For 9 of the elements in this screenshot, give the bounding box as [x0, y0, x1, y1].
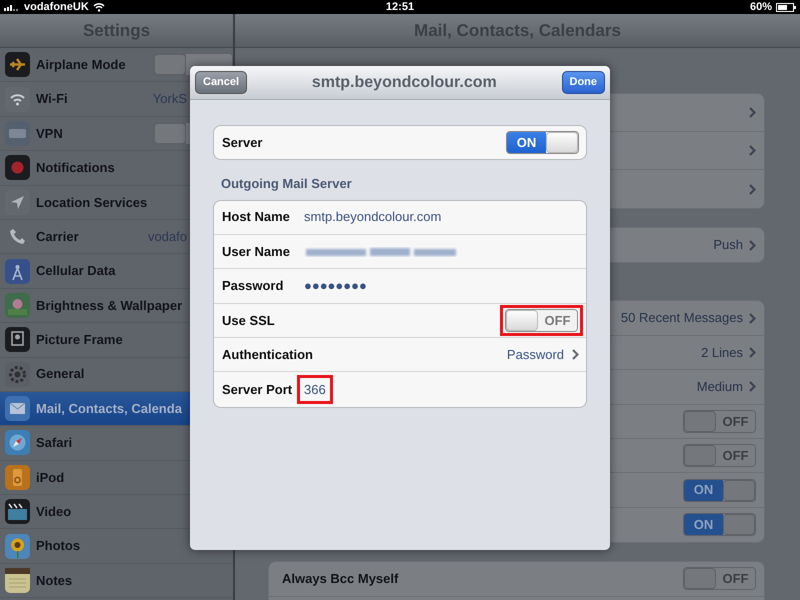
row-value: Medium	[696, 378, 743, 396]
carrier-name: vodafoneUK	[24, 0, 89, 15]
clock-time: 12:51	[386, 0, 414, 15]
row-label: Always Bcc Myself	[282, 570, 400, 588]
row-value: 2 Lines	[701, 344, 743, 362]
row-value: Push	[713, 236, 743, 254]
row-value: 50 Recent Messages	[620, 309, 743, 328]
dialog-title: smtp.beyondcolour.com	[310, 72, 498, 92]
battery-percent: 60%	[750, 0, 772, 15]
